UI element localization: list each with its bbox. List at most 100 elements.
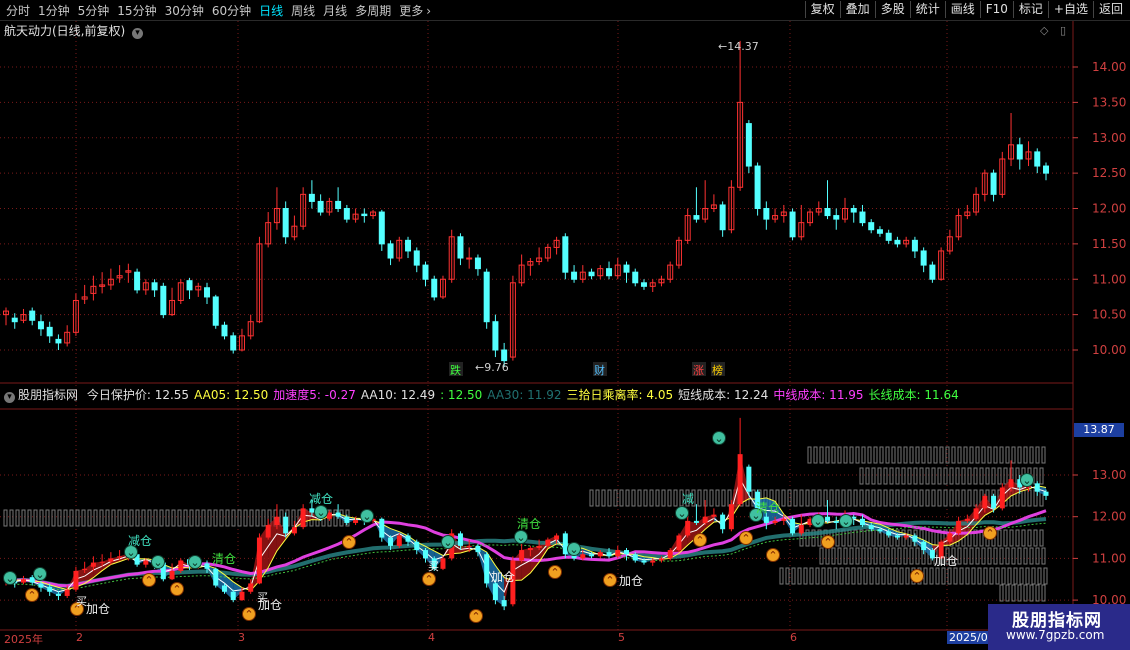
- profile-bar: [859, 467, 864, 485]
- profile-bar: [779, 567, 784, 585]
- profile-bar: [935, 567, 940, 585]
- candle-body: [361, 213, 368, 217]
- ind-candle-body: [353, 520, 359, 523]
- reduce-arrow-icon: ⌄: [1022, 474, 1031, 487]
- ind-candle-body: [632, 554, 638, 561]
- ind-candle-body: [676, 535, 682, 551]
- dropdown-icon[interactable]: ▾: [132, 28, 144, 39]
- ind-candle-body: [903, 535, 909, 538]
- profile-bar: [955, 467, 960, 485]
- profile-bar: [1033, 467, 1038, 485]
- profile-bar: [887, 567, 892, 585]
- ind-candle-body: [912, 535, 918, 542]
- ind-candle-body: [833, 520, 839, 523]
- profile-bar: [927, 446, 932, 464]
- profile-bar: [1017, 547, 1022, 565]
- profile-bar: [921, 446, 926, 464]
- profile-bar: [843, 547, 848, 565]
- profile-bar: [781, 489, 786, 507]
- profile-bar: [69, 509, 74, 527]
- profile-bar: [993, 446, 998, 464]
- ind-candle-body: [300, 508, 306, 528]
- profile-bar: [987, 446, 992, 464]
- price-tick-label: 12.50: [1092, 166, 1126, 180]
- ind-candle-body: [641, 560, 647, 563]
- profile-bar: [9, 509, 14, 527]
- profile-bar: [861, 547, 866, 565]
- ind-candle-body: [562, 533, 568, 555]
- date-cursor-label: 2025/0: [947, 631, 990, 644]
- profile-bar: [333, 509, 338, 527]
- profile-bar: [1023, 547, 1028, 565]
- indicator-item: 加速度5: -0.27: [273, 388, 356, 402]
- indicator-settings-icon[interactable]: ▾: [4, 392, 15, 403]
- price-tick-label: 11.50: [1092, 237, 1126, 251]
- reduce-signal-label: 减仓: [128, 534, 152, 548]
- profile-bar: [989, 567, 994, 585]
- clear-signal-label: 清仓: [756, 501, 780, 515]
- profile-bar: [949, 467, 954, 485]
- ind-candle-body: [580, 554, 586, 559]
- candle-body: [868, 222, 875, 231]
- candle-body: [606, 268, 613, 277]
- profile-bar: [1011, 584, 1016, 602]
- profile-bar: [619, 489, 624, 507]
- profile-bar: [715, 489, 720, 507]
- ind-candle-body: [457, 533, 463, 546]
- ind-candle-body: [868, 525, 874, 530]
- ind-candle-body: [283, 516, 289, 534]
- ind-candle-body: [414, 541, 420, 551]
- ind-candle-body: [702, 516, 708, 523]
- profile-bar: [871, 467, 876, 485]
- profile-bar: [1029, 446, 1034, 464]
- add-arrow-icon: ⌃: [244, 608, 253, 621]
- profile-bar: [999, 584, 1004, 602]
- profile-bar: [1015, 529, 1020, 547]
- candle-body: [745, 123, 752, 167]
- profile-bar: [999, 446, 1004, 464]
- profile-bar: [939, 446, 944, 464]
- ind-candle-body: [763, 516, 769, 523]
- profile-bar: [1035, 584, 1040, 602]
- profile-bar: [865, 489, 870, 507]
- profile-bar: [913, 489, 918, 507]
- ind-candle-body: [658, 558, 664, 561]
- ind-candle-body: [886, 531, 892, 536]
- profile-bar: [895, 467, 900, 485]
- candle-body: [492, 321, 499, 351]
- candle-body: [457, 236, 464, 259]
- ind-candle-body: [466, 545, 472, 547]
- ind-candle-body: [64, 589, 70, 596]
- profile-bar: [153, 509, 158, 527]
- price-tick-label: 13.00: [1092, 131, 1126, 145]
- high-price-label: ←14.37: [718, 40, 759, 53]
- kline-chart[interactable]: 14.00 13.50 13.00 12.50 12.00 11.50 11.00 10.50…: [0, 0, 1130, 650]
- profile-bar: [973, 489, 978, 507]
- profile-bar: [33, 509, 38, 527]
- candle-body: [387, 243, 394, 259]
- profile-bar: [867, 446, 872, 464]
- profile-bar: [933, 446, 938, 464]
- profile-bar: [873, 547, 878, 565]
- ind-candle-body: [309, 508, 315, 513]
- profile-bar: [963, 446, 968, 464]
- profile-bar: [1017, 446, 1022, 464]
- profile-bar: [909, 446, 914, 464]
- profile-bar: [1021, 489, 1026, 507]
- candle-body: [221, 324, 228, 337]
- profile-bar: [855, 446, 860, 464]
- reduce-arrow-icon: ⌄: [5, 572, 14, 585]
- profile-bar: [885, 547, 890, 565]
- profile-bar: [903, 547, 908, 565]
- profile-bar: [1003, 467, 1008, 485]
- profile-bar: [943, 467, 948, 485]
- ind-candle-body: [99, 561, 105, 563]
- ind-candle-body: [117, 556, 123, 558]
- profile-bar: [915, 446, 920, 464]
- profile-bar: [987, 547, 992, 565]
- profile-bar: [889, 489, 894, 507]
- profile-bar: [15, 509, 20, 527]
- ind-candle-body: [169, 570, 175, 580]
- ind-candle-body: [798, 525, 804, 534]
- profile-bar: [981, 446, 986, 464]
